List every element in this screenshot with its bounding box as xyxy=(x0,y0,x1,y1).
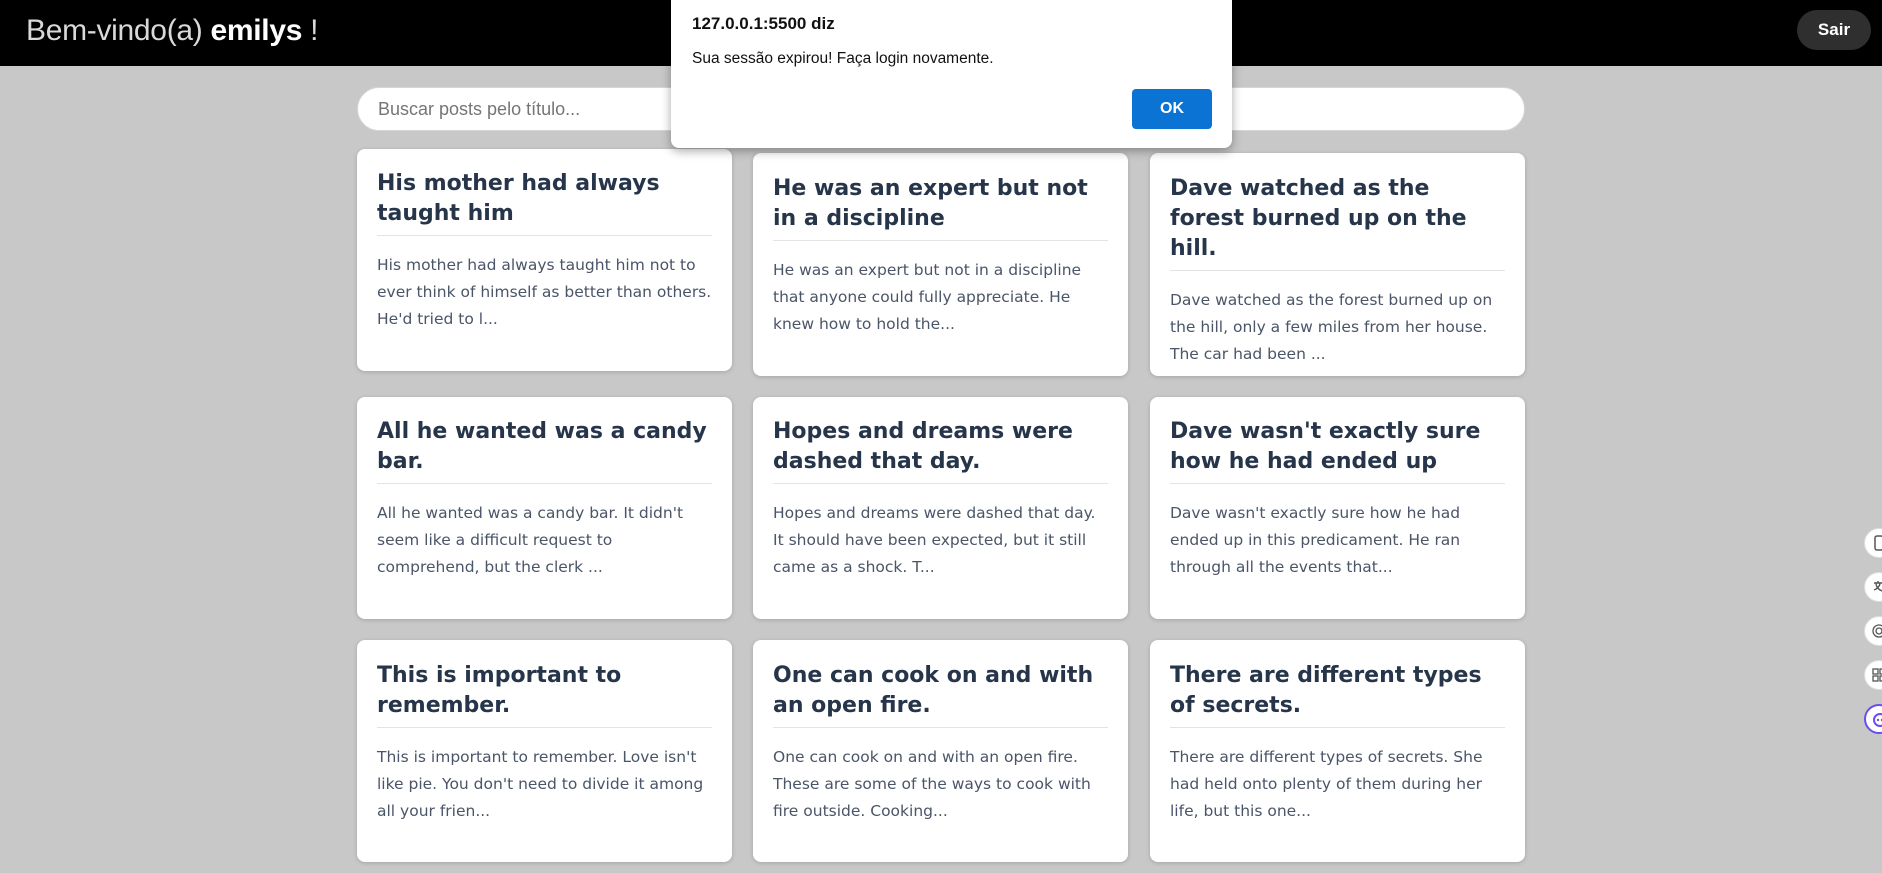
alert-dialog: 127.0.0.1:5500 diz Sua sessão expirou! F… xyxy=(671,0,1232,148)
post-excerpt: He was an expert but not in a discipline… xyxy=(773,261,1082,333)
username: emilys xyxy=(210,14,303,47)
post-title: One can cook on and with an open fire. xyxy=(773,661,1108,728)
dialog-origin: 127.0.0.1:5500 diz xyxy=(692,14,835,33)
post-excerpt: His mother had always taught him not to … xyxy=(377,256,712,328)
post-title: Hopes and dreams were dashed that day. xyxy=(773,417,1108,484)
post-card[interactable]: He was an expert but not in a discipline… xyxy=(753,153,1128,376)
post-title: All he wanted was a candy bar. xyxy=(377,417,712,484)
post-title: He was an expert but not in a discipline xyxy=(773,174,1108,241)
greeting-exclamation: ! xyxy=(310,14,319,47)
post-card[interactable]: Dave watched as the forest burned up on … xyxy=(1150,153,1525,376)
post-title: This is important to remember. xyxy=(377,661,712,728)
post-card[interactable]: There are different types of secrets. Th… xyxy=(1150,640,1525,862)
post-excerpt: Hopes and dreams were dashed that day. I… xyxy=(773,504,1096,576)
phone-icon[interactable] xyxy=(1864,528,1882,558)
post-card[interactable]: Hopes and dreams were dashed that day. H… xyxy=(753,397,1128,619)
post-card[interactable]: This is important to remember. This is i… xyxy=(357,640,732,862)
logout-button[interactable]: Sair xyxy=(1797,10,1871,50)
post-excerpt: All he wanted was a candy bar. It didn't… xyxy=(377,504,684,576)
grid-icon[interactable] xyxy=(1864,660,1882,690)
assistant-icon[interactable] xyxy=(1864,704,1882,734)
post-title: Dave watched as the forest burned up on … xyxy=(1170,174,1505,271)
post-excerpt: There are different types of secrets. Sh… xyxy=(1170,748,1483,820)
post-card[interactable]: His mother had always taught him His mot… xyxy=(357,149,732,371)
post-excerpt: This is important to remember. Love isn'… xyxy=(377,748,704,820)
ok-button[interactable]: OK xyxy=(1132,89,1212,129)
greeting-text: Bem-vindo(a) xyxy=(26,14,203,47)
post-title: Dave wasn't exactly sure how he had ende… xyxy=(1170,417,1505,484)
dialog-message: Sua sessão expirou! Faça login novamente… xyxy=(692,50,994,67)
post-card[interactable]: All he wanted was a candy bar. All he wa… xyxy=(357,397,732,619)
translate-icon[interactable] xyxy=(1864,572,1882,602)
post-title: His mother had always taught him xyxy=(377,169,712,236)
post-excerpt: Dave wasn't exactly sure how he had ende… xyxy=(1170,504,1461,576)
search-placeholder: Buscar posts pelo título... xyxy=(378,99,581,119)
post-excerpt: One can cook on and with an open fire. T… xyxy=(773,748,1091,820)
post-excerpt: Dave watched as the forest burned up on … xyxy=(1170,291,1493,363)
post-card[interactable]: One can cook on and with an open fire. O… xyxy=(753,640,1128,862)
fingerprint-icon[interactable] xyxy=(1864,616,1882,646)
post-title: There are different types of secrets. xyxy=(1170,661,1505,728)
welcome-message: Bem-vindo(a) emilys ! xyxy=(26,14,319,48)
post-card[interactable]: Dave wasn't exactly sure how he had ende… xyxy=(1150,397,1525,619)
